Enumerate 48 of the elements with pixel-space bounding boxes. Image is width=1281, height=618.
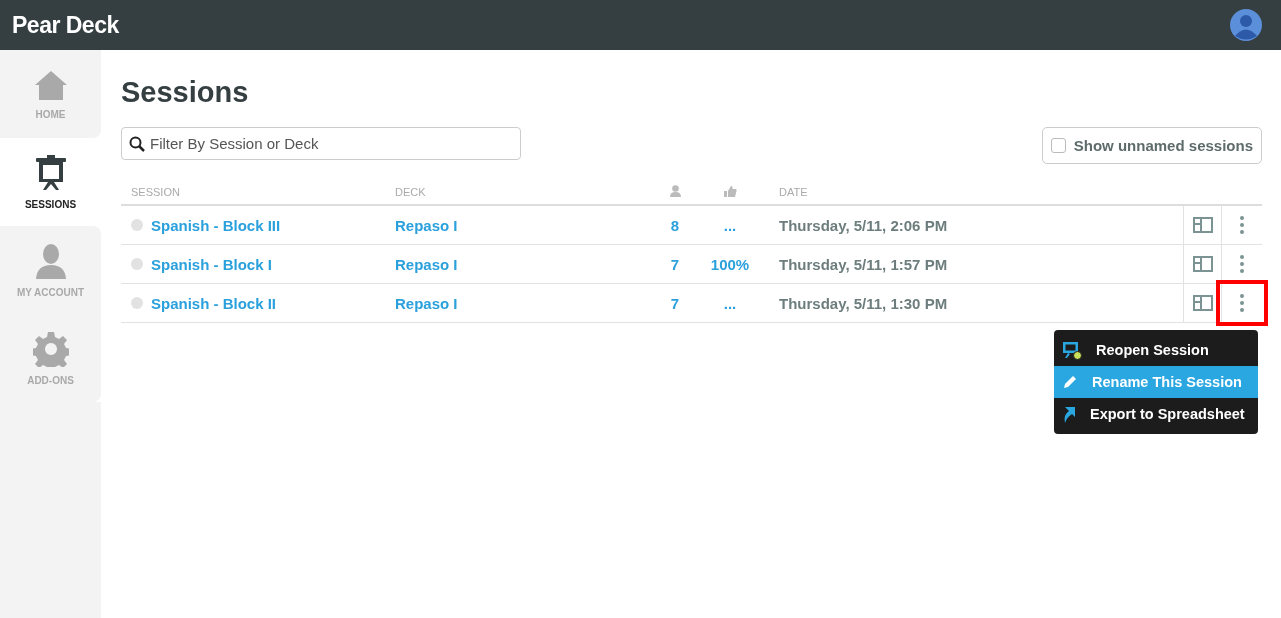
more-icon (1240, 216, 1244, 234)
more-icon (1240, 294, 1244, 312)
sidebar-item[interactable]: HOME (0, 50, 101, 138)
session-link[interactable]: Spanish - Block II (151, 294, 277, 312)
logo[interactable]: Pear Deck (12, 11, 119, 39)
layout-icon[interactable] (1192, 256, 1213, 272)
deck-link[interactable]: Repaso I (395, 255, 458, 273)
more-button[interactable] (1216, 280, 1268, 326)
show-unnamed-toggle[interactable]: Show unnamed sessions (1041, 127, 1262, 164)
column-header: SESSION (130, 186, 181, 198)
more-icon (1240, 255, 1244, 273)
session-link[interactable]: Spanish - Block III (151, 216, 281, 234)
person-icon (34, 242, 67, 279)
column-header: DECK (395, 186, 427, 198)
menu-item[interactable]: Reopen Session (1054, 334, 1258, 366)
date-cell: Thursday, 5/11, 1:30 PM (779, 294, 948, 312)
layout-icon[interactable] (1192, 295, 1213, 311)
search-field[interactable]: Filter By Session or Deck (121, 127, 521, 160)
gear-icon (32, 330, 69, 367)
sidebar-item[interactable]: MY ACCOUNT (0, 226, 101, 314)
menu-item[interactable]: Export to Spreadsheet (1054, 398, 1258, 430)
status-dot (131, 297, 143, 309)
status-dot (131, 258, 143, 270)
thumbs-up-icon (723, 185, 737, 197)
student-count[interactable]: 8 (670, 216, 680, 234)
status-dot (131, 219, 143, 231)
deck-link[interactable]: Repaso I (395, 216, 458, 234)
menu-item[interactable]: Rename This Session (1054, 366, 1258, 398)
person-icon (669, 185, 681, 197)
easel-icon (33, 154, 68, 191)
checkbox[interactable] (1050, 138, 1066, 153)
score-cell: 100% (710, 255, 750, 273)
easel-icon (1062, 340, 1082, 360)
student-count[interactable]: 7 (670, 294, 680, 312)
layout-icon[interactable] (1192, 217, 1213, 233)
deck-link[interactable]: Repaso I (395, 294, 458, 312)
session-link[interactable]: Spanish - Block I (151, 255, 272, 273)
score-cell: ... (723, 216, 737, 234)
pencil-icon (1062, 374, 1078, 390)
column-header: DATE (778, 186, 809, 198)
score-cell: ... (723, 294, 737, 312)
date-cell: Thursday, 5/11, 2:06 PM (779, 216, 948, 234)
sidebar-item[interactable]: ADD-ONS (0, 314, 101, 402)
arrow-icon (1062, 405, 1076, 423)
student-count[interactable]: 7 (670, 255, 680, 273)
avatar-icon[interactable] (1230, 9, 1262, 41)
page-title: Sessions (121, 76, 250, 109)
date-cell: Thursday, 5/11, 1:57 PM (779, 255, 948, 273)
